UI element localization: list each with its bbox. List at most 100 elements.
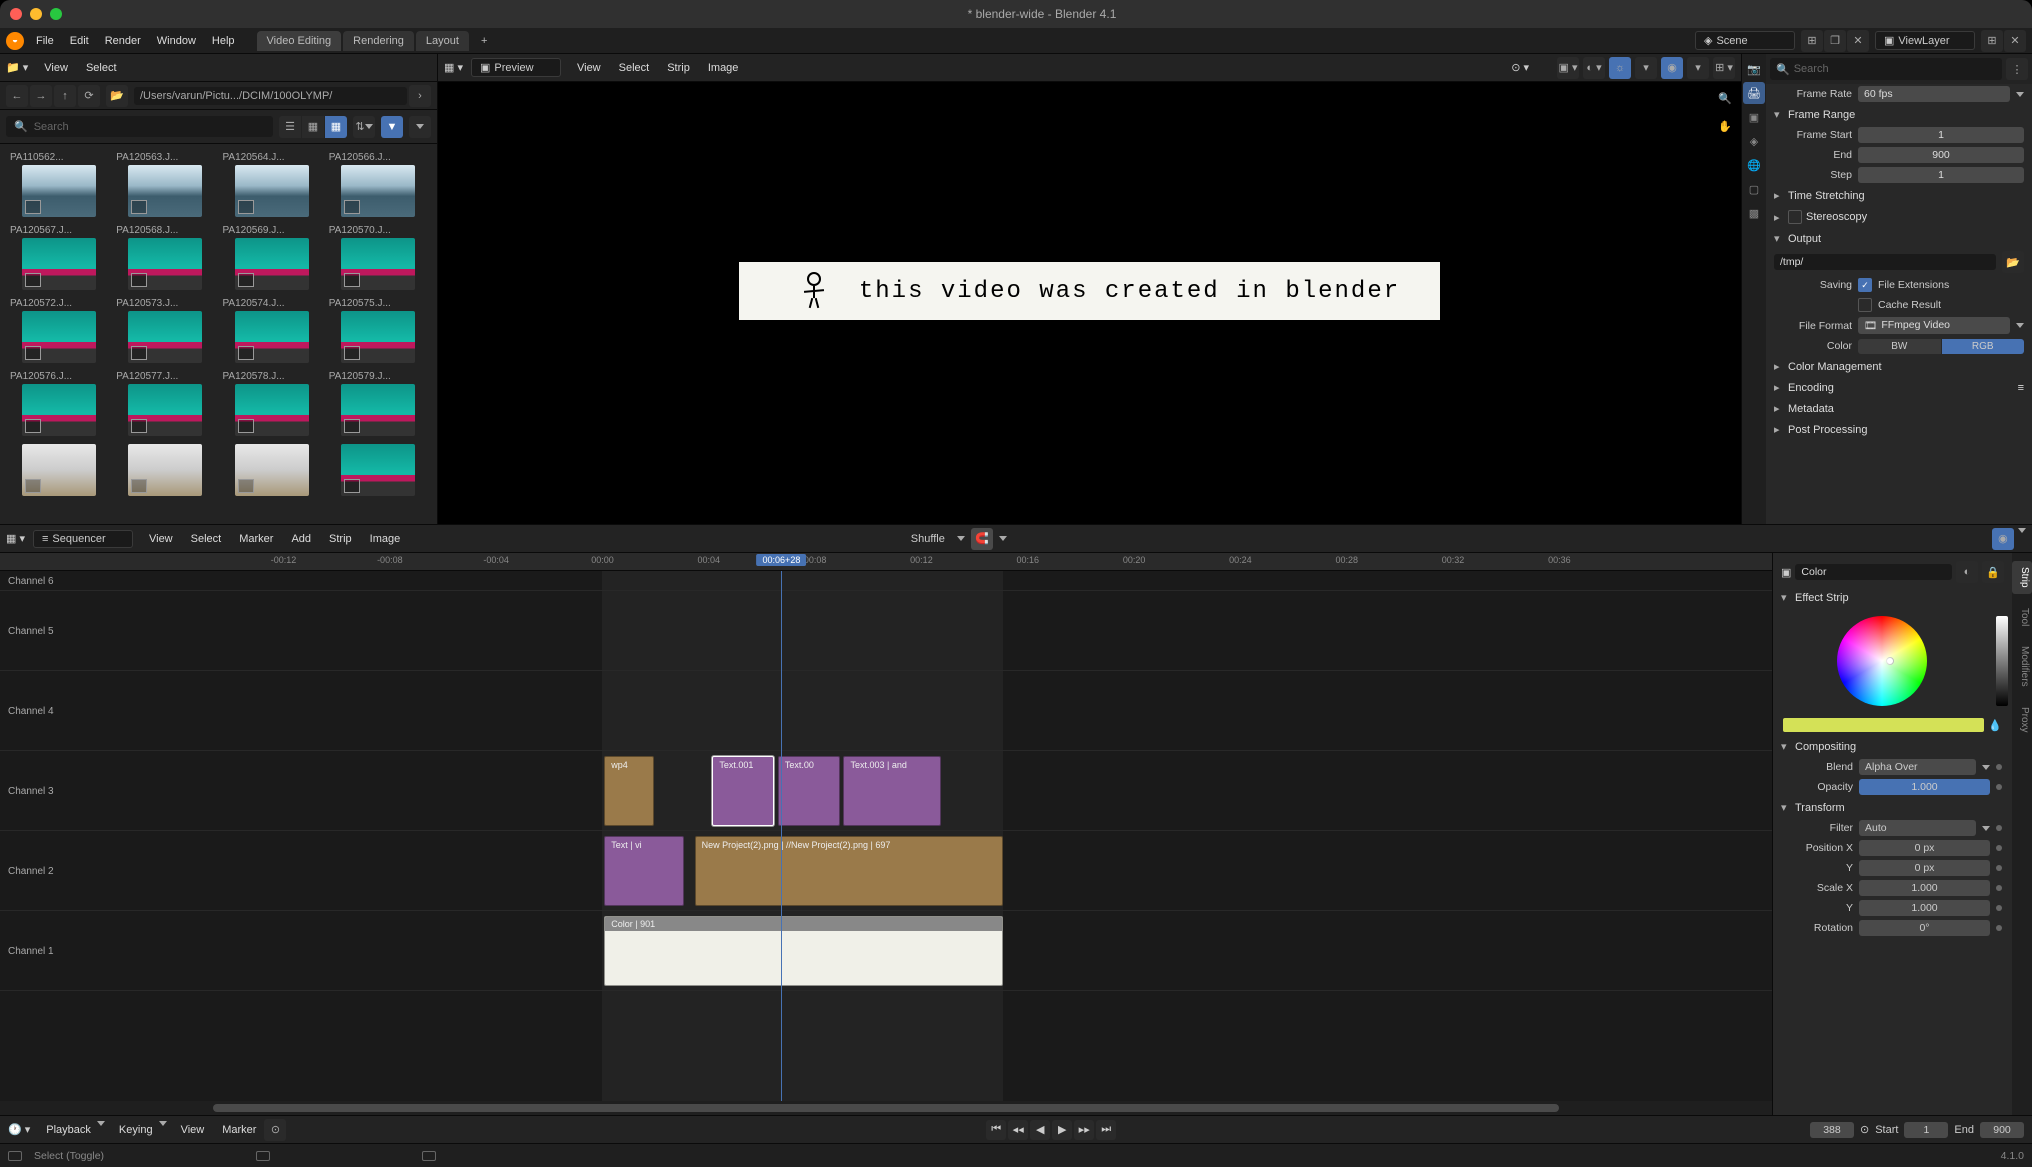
- overlay-options[interactable]: ▾: [1635, 57, 1657, 79]
- strip[interactable]: Text | vi: [604, 836, 684, 906]
- transport-menu-keying[interactable]: Keying: [111, 1121, 161, 1139]
- scrollbar-thumb[interactable]: [213, 1104, 1560, 1112]
- color-rgb-button[interactable]: RGB: [1942, 339, 2025, 354]
- strip-tab-proxy[interactable]: Proxy: [2012, 701, 2032, 739]
- scalex-field[interactable]: 1.000: [1859, 880, 1990, 896]
- file-thumbnail[interactable]: PA120574.J...: [221, 298, 323, 363]
- seq-overlay-toggle[interactable]: ◉: [1992, 528, 2014, 550]
- menu-edit[interactable]: Edit: [62, 32, 97, 50]
- preset-icon[interactable]: ≡: [2018, 382, 2024, 394]
- file-thumbnail[interactable]: PA110562...: [8, 152, 110, 217]
- browse-path-button[interactable]: 📂: [2002, 251, 2024, 273]
- effect-strip-header[interactable]: ▾Effect Strip: [1773, 587, 2012, 608]
- keyframe-dot[interactable]: [1996, 784, 2002, 790]
- auto-keying-button[interactable]: ⊙: [264, 1119, 286, 1141]
- color-wheel[interactable]: [1837, 616, 1927, 706]
- nav-forward-button[interactable]: →: [30, 85, 52, 107]
- filter-field[interactable]: Auto: [1859, 820, 1976, 836]
- blender-logo-icon[interactable]: ◒: [6, 32, 24, 50]
- jump-start-button[interactable]: ⏮: [986, 1120, 1006, 1140]
- path-expand-button[interactable]: ›: [409, 85, 431, 107]
- menu-file[interactable]: File: [28, 32, 62, 50]
- blend-field[interactable]: Alpha Over: [1859, 759, 1976, 775]
- filter-button[interactable]: ▼: [381, 116, 403, 138]
- seq-menu-add[interactable]: Add: [283, 530, 319, 548]
- color-mgmt-header[interactable]: ▸Color Management: [1766, 356, 2032, 377]
- time-stretching-header[interactable]: ▸Time Stretching: [1766, 185, 2032, 206]
- strip-tab-modifiers[interactable]: Modifiers: [2012, 640, 2032, 693]
- track-row[interactable]: [0, 671, 1772, 751]
- close-window-button[interactable]: [10, 8, 22, 20]
- file-thumbnail[interactable]: PA120563.J...: [114, 152, 216, 217]
- eyedropper-icon[interactable]: 💧: [1988, 719, 2002, 732]
- file-thumbnail[interactable]: [221, 444, 323, 496]
- color-preview[interactable]: [1783, 718, 1984, 732]
- keyframe-dot[interactable]: [1996, 764, 2002, 770]
- track-row[interactable]: [0, 591, 1772, 671]
- editor-type-icon[interactable]: ▦ ▾: [444, 61, 463, 74]
- strip[interactable]: Text.001: [712, 756, 774, 826]
- properties-options-button[interactable]: ⋮: [2006, 58, 2028, 80]
- seq-menu-marker[interactable]: Marker: [231, 530, 281, 548]
- rotation-field[interactable]: 0°: [1859, 920, 1990, 936]
- file-thumbnail[interactable]: PA120576.J...: [8, 371, 110, 436]
- strip-name-field[interactable]: Color: [1795, 564, 1952, 580]
- transport-menu-view[interactable]: View: [173, 1121, 213, 1139]
- frame-range-header[interactable]: ▾Frame Range: [1766, 104, 2032, 125]
- fb-menu-select[interactable]: Select: [78, 59, 125, 77]
- pivot-icon[interactable]: ⊙ ▾: [1511, 61, 1529, 74]
- view-thumbs-button[interactable]: ▦: [325, 116, 347, 138]
- workspace-tab-layout[interactable]: Layout: [416, 31, 469, 51]
- new-scene-button[interactable]: ⊞: [1801, 30, 1823, 52]
- playhead-label[interactable]: 00:06+28: [757, 554, 807, 566]
- file-thumbnail[interactable]: PA120567.J...: [8, 225, 110, 290]
- nav-up-button[interactable]: ↑: [54, 85, 76, 107]
- view-columns-button[interactable]: ▦: [302, 116, 324, 138]
- overlay-button[interactable]: ☼: [1609, 57, 1631, 79]
- metadata-header[interactable]: ▸Metadata: [1766, 398, 2032, 419]
- strip-lock-button[interactable]: 🔒: [1982, 561, 2004, 583]
- opacity-field[interactable]: 1.000: [1859, 779, 1990, 795]
- props-tab-world[interactable]: 🌐: [1743, 154, 1765, 176]
- seq-menu-view[interactable]: View: [141, 530, 181, 548]
- transport-menu-marker[interactable]: Marker: [214, 1121, 264, 1139]
- strip-tab-strip[interactable]: Strip: [2012, 561, 2032, 594]
- filter-options-button[interactable]: [409, 116, 431, 138]
- props-tab-scene[interactable]: ◈: [1743, 130, 1765, 152]
- nav-refresh-button[interactable]: ⟳: [78, 85, 100, 107]
- nav-back-button[interactable]: ←: [6, 85, 28, 107]
- view-list-button[interactable]: ☰: [279, 116, 301, 138]
- file-thumbnail[interactable]: PA120568.J...: [114, 225, 216, 290]
- pv-menu-strip[interactable]: Strip: [659, 59, 698, 77]
- copy-scene-button[interactable]: ❐: [1824, 30, 1846, 52]
- transform-header[interactable]: ▾Transform: [1773, 797, 2012, 818]
- file-thumbnail[interactable]: PA120566.J...: [327, 152, 429, 217]
- strip[interactable]: Text.003 | and: [843, 756, 940, 826]
- sync-icon[interactable]: ⊙: [1860, 1123, 1869, 1136]
- strip[interactable]: Text.00: [778, 756, 840, 826]
- file-thumbnail[interactable]: PA120579.J...: [327, 371, 429, 436]
- delete-scene-button[interactable]: ✕: [1847, 30, 1869, 52]
- transport-menu-playback[interactable]: Playback: [38, 1121, 99, 1139]
- gizmo-button[interactable]: ▣ ▾: [1557, 57, 1579, 79]
- jump-end-button[interactable]: ⏭: [1096, 1120, 1116, 1140]
- pan-icon[interactable]: ✋: [1715, 116, 1735, 136]
- workspace-tab-rendering[interactable]: Rendering: [343, 31, 414, 51]
- keyframe-prev-button[interactable]: ◂◂: [1008, 1120, 1028, 1140]
- pv-menu-image[interactable]: Image: [700, 59, 747, 77]
- file-thumbnail[interactable]: PA120564.J...: [221, 152, 323, 217]
- file-thumbnail[interactable]: PA120572.J...: [8, 298, 110, 363]
- file-thumbnail[interactable]: PA120569.J...: [221, 225, 323, 290]
- chevron-down-icon[interactable]: [2016, 92, 2024, 97]
- props-tab-object[interactable]: ▢: [1743, 178, 1765, 200]
- add-workspace-button[interactable]: +: [473, 31, 495, 51]
- strip-mute-button[interactable]: ◐: [1956, 561, 1978, 583]
- preview-canvas[interactable]: 🔍 ✋ this video was created in blender: [438, 82, 1741, 524]
- file-thumbnail[interactable]: [114, 444, 216, 496]
- track-row[interactable]: [0, 571, 1772, 591]
- shading-button[interactable]: ◉: [1661, 57, 1683, 79]
- playhead[interactable]: [781, 571, 782, 1101]
- add-viewlayer-button[interactable]: ⊞: [1981, 30, 2003, 52]
- output-header[interactable]: ▾Output: [1766, 228, 2032, 249]
- remove-viewlayer-button[interactable]: ✕: [2004, 30, 2026, 52]
